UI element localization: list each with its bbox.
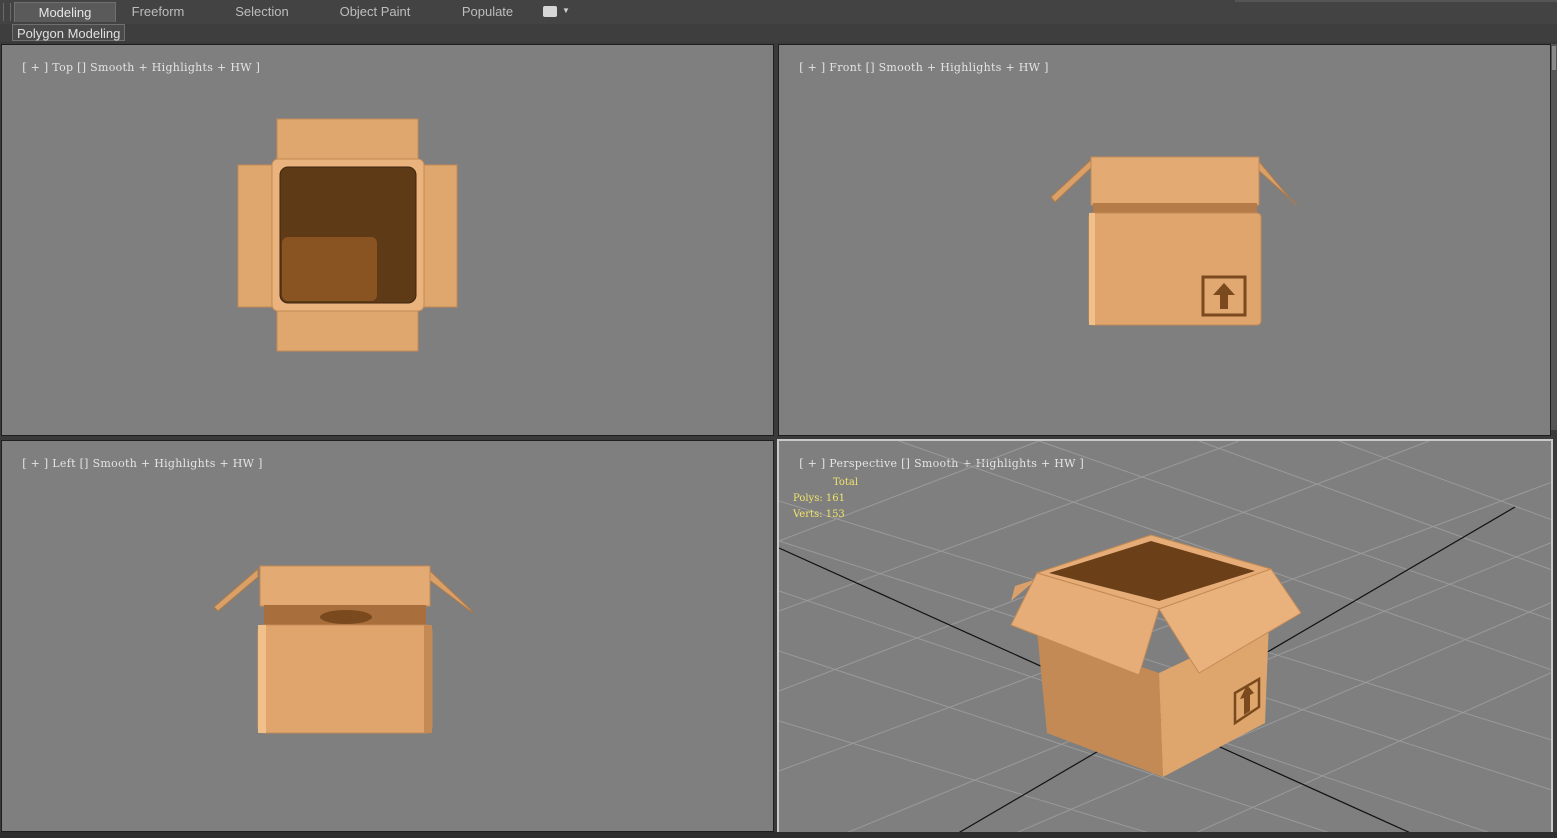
tab-freeform[interactable]: Freeform xyxy=(118,2,198,22)
ribbon-panel-bar: Polygon Modeling xyxy=(0,24,1557,42)
viewport-left[interactable]: [ + ] Left [] Smooth + Highlights + HW ] xyxy=(1,440,774,832)
box-left-view xyxy=(213,565,474,734)
box-front-view xyxy=(1050,156,1298,326)
dropdown-menu-icon[interactable] xyxy=(543,6,557,17)
box-top-view xyxy=(237,118,458,352)
right-scrollbar-thumb[interactable] xyxy=(1552,46,1556,70)
ribbon-divider xyxy=(1235,0,1557,2)
viewport-statistics: Total Polys: 161 Verts: 153 xyxy=(793,475,858,523)
stats-verts: Verts: 153 xyxy=(793,509,845,520)
ribbon-tabs: Modeling Freeform Selection Object Paint… xyxy=(0,0,1557,25)
stats-total-label: Total xyxy=(833,477,859,488)
tab-populate[interactable]: Populate xyxy=(450,2,525,22)
status-bar-edge xyxy=(0,832,1557,838)
right-scrollbar[interactable] xyxy=(1551,44,1557,430)
viewport-top[interactable]: [ + ] Top [] Smooth + Highlights + HW ] xyxy=(1,44,774,436)
tab-selection[interactable]: Selection xyxy=(222,2,302,22)
polygon-modeling-panel[interactable]: Polygon Modeling xyxy=(12,24,126,41)
tab-modeling[interactable]: Modeling xyxy=(14,2,116,22)
viewport-perspective[interactable]: [ + ] Perspective [] Smooth + Highlights… xyxy=(777,439,1553,834)
box-perspective xyxy=(1010,534,1302,777)
perspective-scene xyxy=(779,441,1551,832)
ribbon-grip[interactable] xyxy=(3,3,11,21)
viewport-front[interactable]: [ + ] Front [] Smooth + Highlights + HW … xyxy=(778,44,1551,436)
chevron-down-icon[interactable]: ▼ xyxy=(562,6,570,15)
tab-object-paint[interactable]: Object Paint xyxy=(330,2,420,22)
stats-polys: Polys: 161 xyxy=(793,493,845,504)
